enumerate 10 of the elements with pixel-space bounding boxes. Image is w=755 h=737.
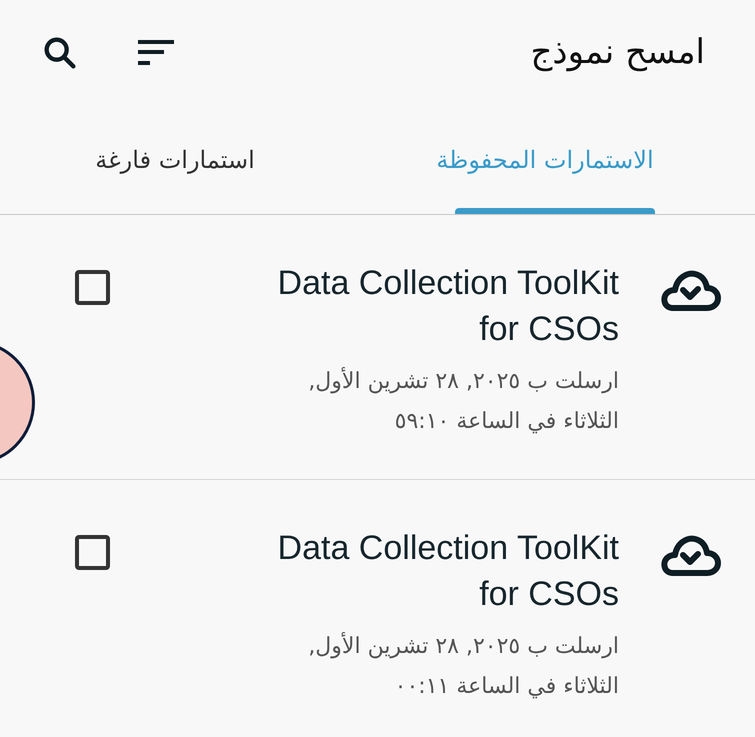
cloud-check-icon (659, 533, 721, 579)
cloud-check-icon (659, 268, 721, 314)
app-bar-title: امسح نموذج (530, 31, 705, 74)
form-title: Data Collection ToolKit for CSOs (276, 263, 619, 350)
form-subtitle: ارسلت ب ٢٠٢٥, ٢٨ تشرين الأول, الثلاثاء في الساعة ٥٩:١٠ (307, 366, 619, 436)
tab[interactable]: استمارات فارغة (15, 105, 335, 214)
checkbox[interactable] (75, 270, 110, 305)
form-subtitle: ارسلت ب ٢٠٢٥, ٢٨ تشرين الأول, الثلاثاء في الساعة ٠٠:١١ (307, 631, 619, 701)
checkbox[interactable] (75, 535, 110, 570)
form-title: Data Collection ToolKit for CSOs (276, 528, 619, 615)
